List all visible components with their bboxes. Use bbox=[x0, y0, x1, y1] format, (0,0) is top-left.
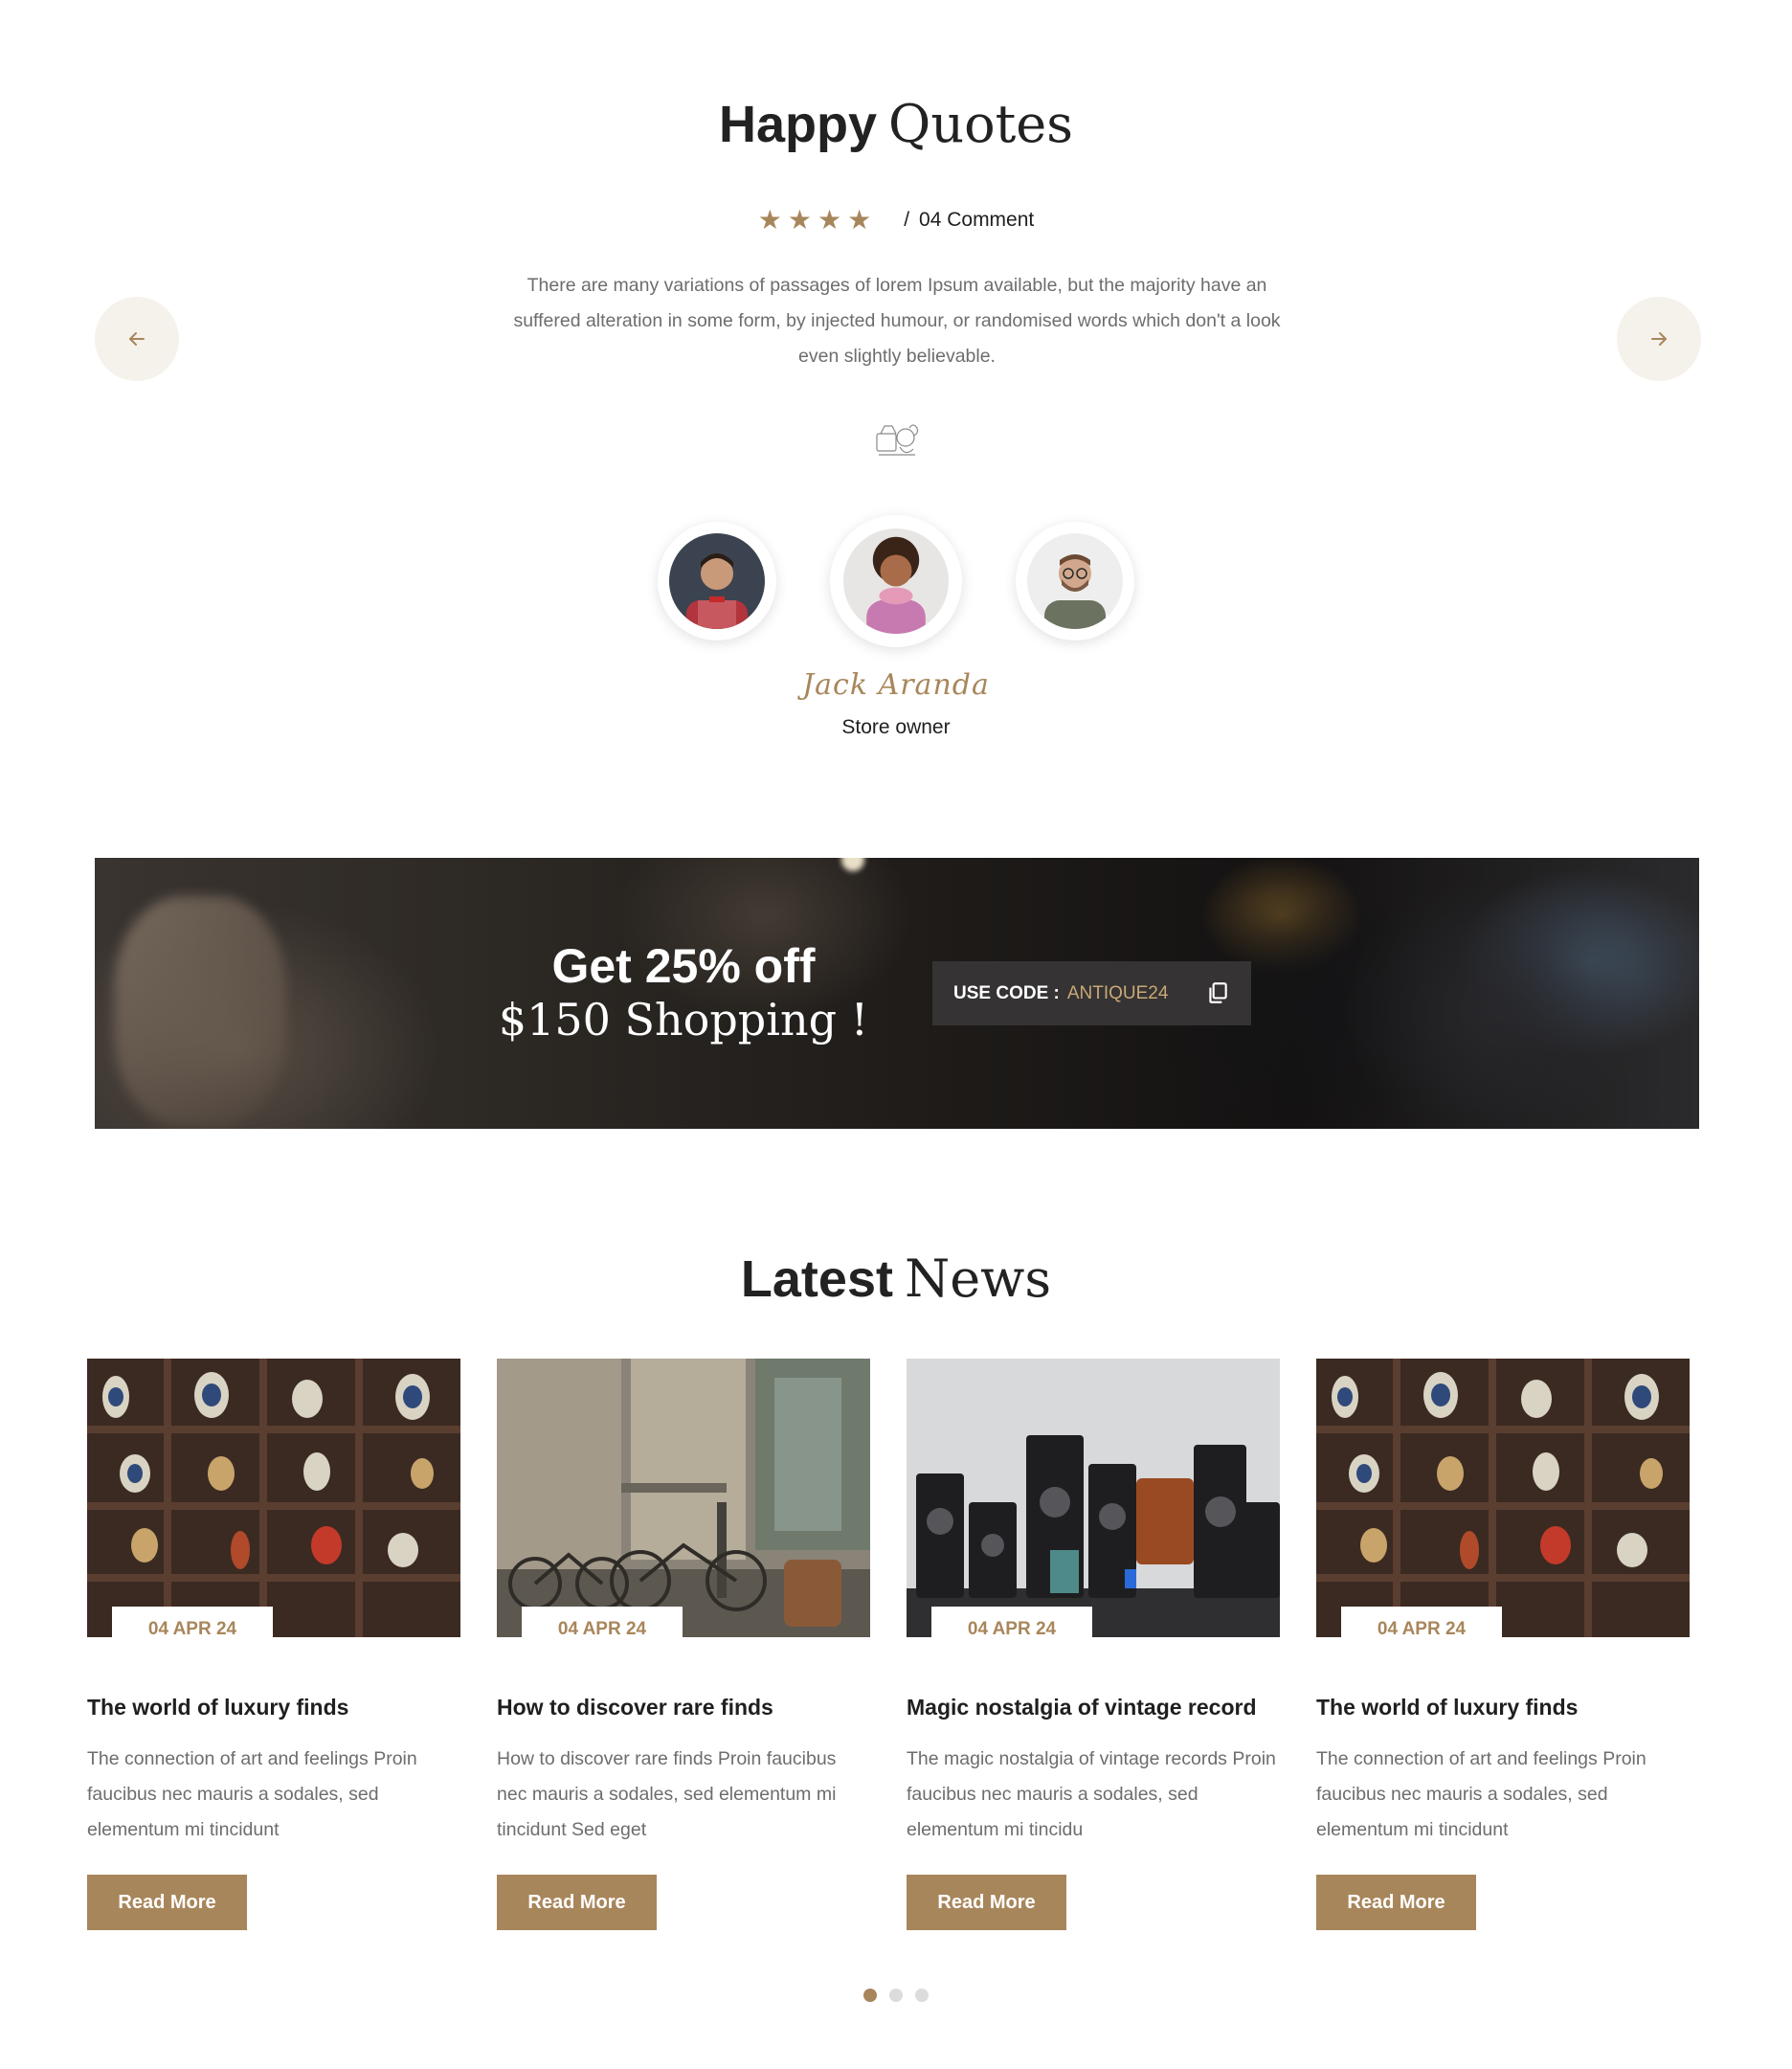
news-title-text[interactable]: Magic nostalgia of vintage record bbox=[907, 1695, 1280, 1720]
testimonial-quote: There are many variations of passages of… bbox=[513, 275, 1281, 367]
promo-code-label: USE CODE : bbox=[953, 982, 1060, 1003]
star-icon: ★ bbox=[787, 205, 812, 235]
banner-background bbox=[114, 896, 286, 1126]
avatar-man-bowtie[interactable] bbox=[658, 522, 776, 641]
promo-line-discount: Get 25% off bbox=[551, 939, 816, 993]
author-role: Store owner bbox=[841, 716, 951, 738]
copy-icon[interactable] bbox=[1205, 980, 1230, 1005]
read-more-button[interactable]: Read More bbox=[497, 1875, 657, 1930]
testimonials-title: Happy Quotes bbox=[0, 92, 1792, 157]
arrow-right-icon bbox=[1651, 332, 1667, 346]
news-excerpt: The connection of art and feelings Proin… bbox=[87, 1748, 417, 1840]
pagination-dot[interactable] bbox=[889, 1989, 903, 2002]
read-more-button[interactable]: Read More bbox=[907, 1875, 1066, 1930]
news-title-text[interactable]: How to discover rare finds bbox=[497, 1695, 870, 1720]
author-signature: Jack Aranda bbox=[802, 668, 990, 702]
next-testimonial-button[interactable] bbox=[1617, 297, 1701, 381]
news-excerpt: The connection of art and feelings Proin… bbox=[1316, 1748, 1646, 1840]
news-image-old-street[interactable]: 04 APR 24 bbox=[497, 1359, 870, 1637]
news-title-text[interactable]: The world of luxury finds bbox=[1316, 1695, 1690, 1720]
news-image-vintage-cameras[interactable]: 04 APR 24 bbox=[907, 1359, 1280, 1637]
promo-code-value: ANTIQUE24 bbox=[1066, 982, 1169, 1003]
testimonials-title-bold: Happy bbox=[719, 96, 878, 153]
comment-separator: / bbox=[904, 209, 910, 231]
banner-background bbox=[1339, 877, 1646, 1129]
avatar-photo bbox=[1027, 533, 1123, 629]
news-date: 04 APR 24 bbox=[522, 1607, 683, 1637]
promo-banner: Get 25% off $150 Shopping ! USE CODE : A… bbox=[95, 858, 1699, 1129]
news-date: 04 APR 24 bbox=[931, 1607, 1092, 1637]
news-title-text[interactable]: The world of luxury finds bbox=[87, 1695, 460, 1720]
news-date: 04 APR 24 bbox=[1341, 1607, 1502, 1637]
banner-light bbox=[841, 858, 864, 871]
arrow-left-icon bbox=[129, 332, 145, 346]
news-title-bold: Latest bbox=[740, 1250, 893, 1308]
news-pagination bbox=[0, 1989, 1792, 2002]
testimonials-title-light: Quotes bbox=[888, 94, 1073, 154]
news-card[interactable]: 04 APR 24 The world of luxury finds The … bbox=[1316, 1359, 1690, 1933]
star-icon: ★ bbox=[817, 205, 842, 235]
pagination-dot[interactable] bbox=[915, 1989, 929, 2002]
prev-testimonial-button[interactable] bbox=[95, 297, 179, 381]
news-title: Latest News bbox=[0, 1247, 1792, 1312]
news-card[interactable]: 04 APR 24 Magic nostalgia of vintage rec… bbox=[907, 1359, 1280, 1933]
read-more-button[interactable]: Read More bbox=[1316, 1875, 1476, 1930]
news-title-light: News bbox=[904, 1248, 1052, 1309]
news-excerpt: How to discover rare finds Proin faucibu… bbox=[497, 1748, 837, 1840]
star-icon: ★ bbox=[757, 205, 782, 235]
news-date: 04 APR 24 bbox=[112, 1607, 273, 1637]
testimonial-avatars bbox=[0, 515, 1792, 647]
promo-code-box: USE CODE : ANTIQUE24 bbox=[932, 961, 1251, 1025]
pagination-dot[interactable] bbox=[863, 1989, 877, 2002]
promo-heading: Get 25% off $150 Shopping ! bbox=[478, 939, 889, 1046]
read-more-button[interactable]: Read More bbox=[87, 1875, 247, 1930]
news-excerpt: The magic nostalgia of vintage records P… bbox=[907, 1748, 1276, 1840]
testimonials-section: Happy Quotes ★ ★ ★ ★ / 04 Comment There a… bbox=[0, 0, 1792, 843]
news-card[interactable]: 04 APR 24 The world of luxury finds The … bbox=[87, 1359, 460, 1933]
avatar-man-glasses[interactable] bbox=[1016, 522, 1134, 641]
news-image-vase-cabinet[interactable]: 04 APR 24 bbox=[1316, 1359, 1690, 1637]
avatar-photo bbox=[669, 533, 765, 629]
star-icon: ★ bbox=[847, 205, 872, 235]
quote-illustration-icon bbox=[876, 424, 919, 456]
rating-row: ★ ★ ★ ★ / 04 Comment bbox=[0, 205, 1792, 236]
news-card[interactable]: 04 APR 24 How to discover rare finds How… bbox=[497, 1359, 870, 1933]
avatar-photo bbox=[843, 528, 949, 634]
avatar-woman-pink[interactable] bbox=[830, 515, 962, 647]
promo-line-shopping: $150 Shopping ! bbox=[498, 994, 869, 1046]
news-image-vase-cabinet[interactable]: 04 APR 24 bbox=[87, 1359, 460, 1637]
comment-count: 04 Comment bbox=[919, 209, 1035, 231]
star-rating: ★ ★ ★ ★ bbox=[758, 205, 871, 236]
